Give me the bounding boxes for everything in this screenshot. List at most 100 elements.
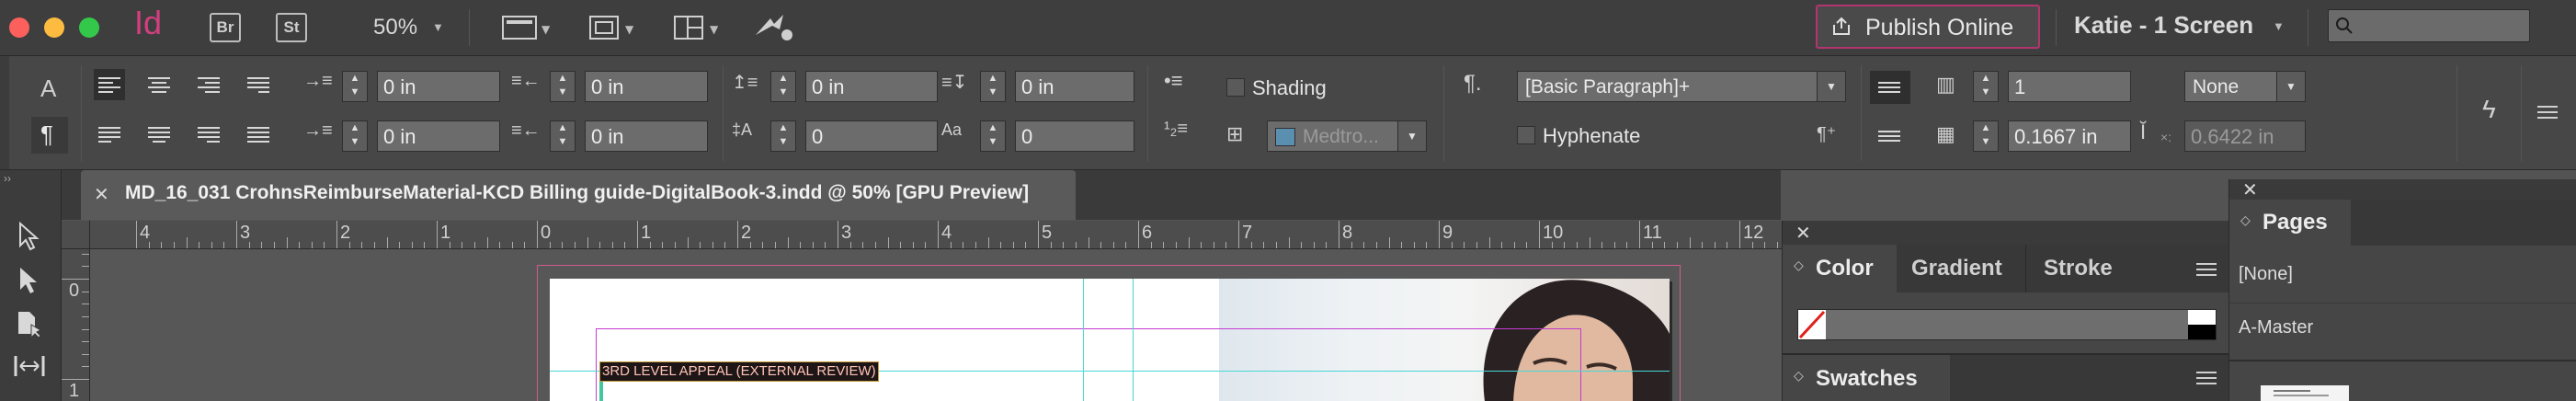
columns-field[interactable]: 1: [2008, 71, 2131, 102]
maximize-window-button[interactable]: [79, 17, 99, 38]
close-tab-icon[interactable]: ✕: [94, 183, 109, 206]
ruler-major-tick: [1439, 221, 1440, 248]
bridge-button[interactable]: Br: [210, 13, 241, 42]
screen-mode-icon[interactable]: ▼: [501, 13, 553, 47]
align-left-icon[interactable]: [94, 69, 125, 100]
ruler-minor-tick: [82, 341, 89, 343]
none-swatch[interactable]: [1798, 310, 1826, 339]
align-center-icon[interactable]: [143, 69, 175, 100]
ruler-minor-tick: [1526, 242, 1528, 248]
page-tool-icon[interactable]: [15, 310, 44, 339]
control-panel-menu-icon[interactable]: [2537, 106, 2558, 122]
space-before-stepper[interactable]: ▲ ▼: [770, 71, 796, 102]
search-field[interactable]: [2328, 9, 2530, 42]
align-toward-spine-icon[interactable]: [243, 69, 274, 100]
do-not-align-grid-icon[interactable]: [1874, 120, 1905, 152]
shading-color-dropdown[interactable]: Medtro... ▼: [1267, 120, 1427, 152]
space-after-stepper[interactable]: ▲ ▼: [980, 71, 1006, 102]
direct-selection-tool-icon[interactable]: [17, 266, 42, 295]
divider: [1443, 65, 1444, 161]
space-before-field[interactable]: 0 in: [805, 71, 938, 102]
divider: [1147, 65, 1148, 161]
pasteboard[interactable]: 3RD LEVEL APPEAL (EXTERNAL REVIEW): [90, 249, 1782, 401]
text-frame-heading[interactable]: 3RD LEVEL APPEAL (EXTERNAL REVIEW): [599, 361, 879, 382]
swatches-panel-menu-icon[interactable]: [2196, 372, 2217, 388]
stock-button[interactable]: St: [276, 13, 307, 42]
right-indent-stepper[interactable]: ▲ ▼: [550, 71, 576, 102]
ruler-label: 1: [69, 381, 80, 401]
drop-cap-lines-field[interactable]: 0: [805, 120, 938, 152]
text-frame-port[interactable]: [599, 382, 603, 401]
paragraph-style-dropdown[interactable]: [Basic Paragraph]+ ▼: [1517, 71, 1846, 102]
color-ramp[interactable]: [1797, 309, 2217, 340]
align-right-icon[interactable]: [193, 69, 224, 100]
document-tab[interactable]: ✕ MD_16_031 CrohnsReimburseMaterial-KCD …: [81, 170, 1076, 220]
character-formatting-icon[interactable]: A: [40, 74, 56, 103]
last-line-indent-stepper[interactable]: ▲ ▼: [550, 120, 576, 152]
publish-online-button[interactable]: Publish Online: [1816, 5, 2040, 49]
justify-right-icon[interactable]: [193, 119, 224, 150]
hyphenate-checkbox[interactable]: [1517, 126, 1535, 144]
share-icon: [1833, 17, 1850, 35]
lightning-icon[interactable]: ϟ: [2482, 95, 2496, 124]
close-panel-icon[interactable]: ✕: [2242, 178, 2258, 201]
columns-icon: ▥: [1936, 73, 1955, 96]
drop-cap-lines-stepper[interactable]: ▲ ▼: [770, 120, 796, 152]
last-line-indent-field[interactable]: 0 in: [585, 120, 708, 152]
tab-color[interactable]: ◇ Color: [1783, 245, 1897, 292]
ruler-minor-tick: [1025, 242, 1027, 248]
left-indent-field[interactable]: 0 in: [377, 71, 500, 102]
left-indent-stepper[interactable]: ▲ ▼: [342, 71, 368, 102]
view-options-icon[interactable]: ▼: [587, 13, 638, 47]
color-panel-menu-icon[interactable]: [2196, 263, 2217, 280]
minimize-window-button[interactable]: [44, 17, 64, 38]
bullets-icon[interactable]: •≡: [1164, 69, 1183, 93]
zoom-dropdown-icon[interactable]: ▼: [432, 20, 444, 34]
gap-tool-icon[interactable]: [13, 352, 46, 380]
close-window-button[interactable]: [9, 17, 29, 38]
align-to-baseline-grid-button[interactable]: [1870, 71, 1910, 104]
numbering-icon[interactable]: ¹₂≡: [1164, 119, 1188, 140]
space-after-field[interactable]: 0 in: [1015, 71, 1134, 102]
panel-grip[interactable]: [0, 56, 9, 169]
ruler-major-tick: [336, 221, 337, 248]
gpu-performance-icon[interactable]: [752, 11, 796, 49]
ruler-minor-tick: [1313, 242, 1315, 248]
workspace-switcher[interactable]: Katie - 1 Screen: [2074, 11, 2253, 40]
tab-gradient[interactable]: Gradient: [1911, 256, 2002, 281]
first-line-indent-field[interactable]: 0 in: [377, 120, 500, 152]
shading-checkbox[interactable]: [1226, 78, 1245, 97]
arrange-documents-icon[interactable]: ▼: [671, 13, 723, 47]
divider: [2456, 65, 2457, 161]
justify-all-icon[interactable]: [243, 119, 274, 150]
tab-swatches[interactable]: ◇ Swatches: [1783, 355, 1950, 401]
column-gutter-stepper[interactable]: ▲ ▼: [1973, 120, 1999, 152]
workspace-dropdown-icon[interactable]: ▼: [2273, 19, 2285, 33]
justify-left-icon[interactable]: [94, 119, 125, 150]
first-line-indent-stepper[interactable]: ▲ ▼: [342, 120, 368, 152]
right-indent-field[interactable]: 0 in: [585, 71, 708, 102]
drop-cap-chars-stepper[interactable]: ▲ ▼: [980, 120, 1006, 152]
close-panel-icon[interactable]: ✕: [1795, 222, 1811, 245]
selection-tool-icon[interactable]: [17, 222, 42, 251]
tab-stroke[interactable]: Stroke: [2044, 256, 2113, 281]
clear-overrides-icon[interactable]: ¶⁺: [1817, 122, 1836, 145]
pages-item-none[interactable]: [None]: [2239, 264, 2293, 285]
paragraph-formatting-button[interactable]: ¶: [31, 117, 68, 154]
ruler-origin[interactable]: [62, 221, 90, 249]
drop-cap-chars-field[interactable]: 0: [1015, 120, 1134, 152]
ruler-major-tick: [236, 221, 237, 248]
black-swatch[interactable]: [2188, 325, 2216, 339]
column-gutter-field[interactable]: 0.1667 in: [2008, 120, 2131, 152]
zoom-level[interactable]: 50%: [373, 15, 417, 40]
tab-pages[interactable]: ◇ Pages: [2229, 200, 2351, 246]
span-columns-dropdown[interactable]: None ▼: [2184, 71, 2306, 102]
white-swatch[interactable]: [2188, 310, 2216, 325]
document-page[interactable]: 3RD LEVEL APPEAL (EXTERNAL REVIEW): [550, 279, 1670, 401]
columns-stepper[interactable]: ▲ ▼: [1973, 71, 1999, 102]
justify-center-icon[interactable]: [143, 119, 175, 150]
page-thumbnail[interactable]: [2261, 385, 2349, 401]
collapse-tools-icon[interactable]: ››: [4, 172, 11, 185]
ruler-minor-tick: [1401, 242, 1403, 248]
pages-item-a-master[interactable]: A-Master: [2239, 317, 2313, 338]
